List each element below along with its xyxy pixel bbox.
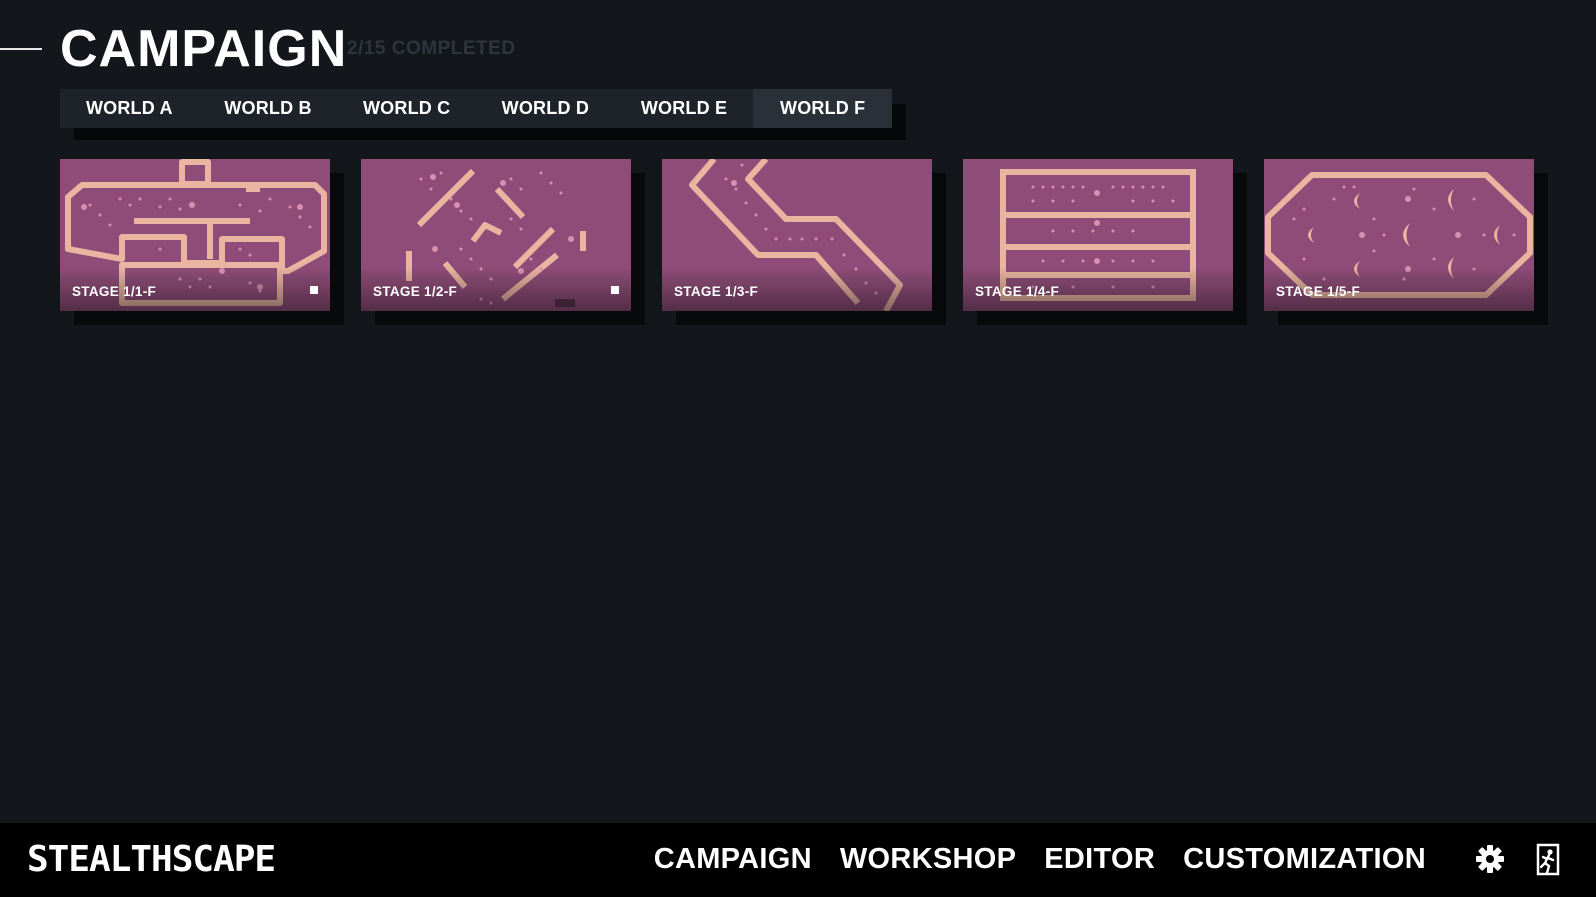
stage-label: STAGE 1/1-F bbox=[72, 284, 157, 299]
header-accent-line bbox=[0, 48, 42, 50]
main-nav: CAMPAIGN WORKSHOP EDITOR CUSTOMIZATION bbox=[654, 841, 1426, 877]
stage-card-wrap-3: STAGE 1/3-F bbox=[662, 159, 946, 325]
game-logo: STEALTHSCAPE bbox=[27, 839, 276, 880]
exit-icon[interactable] bbox=[1532, 842, 1564, 876]
stage-card-3[interactable]: STAGE 1/3-F bbox=[662, 159, 932, 311]
stage-map-crescents bbox=[1308, 189, 1500, 279]
stage-label: STAGE 1/3-F bbox=[674, 284, 759, 299]
stage-label: STAGE 1/2-F bbox=[373, 284, 458, 299]
tab-world-b[interactable]: WORLD B bbox=[199, 89, 338, 128]
stage-card-1[interactable]: STAGE 1/1-F bbox=[60, 159, 330, 311]
stage-card-2[interactable]: STAGE 1/2-F bbox=[361, 159, 631, 311]
tab-world-d[interactable]: WORLD D bbox=[476, 89, 615, 128]
completed-marker bbox=[310, 286, 318, 294]
stage-card-wrap-2: STAGE 1/2-F bbox=[361, 159, 645, 325]
page-title: CAMPAIGN bbox=[60, 20, 348, 78]
world-tabs: WORLD A WORLD B WORLD C WORLD D WORLD E … bbox=[60, 89, 893, 128]
nav-customization[interactable]: CUSTOMIZATION bbox=[1183, 841, 1426, 877]
stage-label: STAGE 1/4-F bbox=[975, 284, 1060, 299]
stage-label: STAGE 1/5-F bbox=[1276, 284, 1361, 299]
nav-campaign[interactable]: CAMPAIGN bbox=[654, 841, 812, 877]
stage-card-wrap-5: STAGE 1/5-F bbox=[1264, 159, 1548, 325]
stage-card-wrap-1: STAGE 1/1-F bbox=[60, 159, 344, 325]
nav-workshop[interactable]: WORKSHOP bbox=[840, 841, 1016, 877]
completed-marker bbox=[611, 286, 619, 294]
stage-card-5[interactable]: STAGE 1/5-F bbox=[1264, 159, 1534, 311]
tab-world-f[interactable]: WORLD F bbox=[753, 89, 893, 128]
gear-icon[interactable] bbox=[1474, 842, 1506, 876]
tab-world-c[interactable]: WORLD C bbox=[337, 89, 476, 128]
tab-world-a[interactable]: WORLD A bbox=[60, 89, 199, 128]
completion-progress: 2/15 COMPLETED bbox=[347, 38, 516, 59]
nav-editor[interactable]: EDITOR bbox=[1044, 841, 1155, 877]
stage-card-wrap-4: STAGE 1/4-F bbox=[963, 159, 1247, 325]
stage-card-4[interactable]: STAGE 1/4-F bbox=[963, 159, 1233, 311]
tab-world-e[interactable]: WORLD E bbox=[615, 89, 754, 128]
